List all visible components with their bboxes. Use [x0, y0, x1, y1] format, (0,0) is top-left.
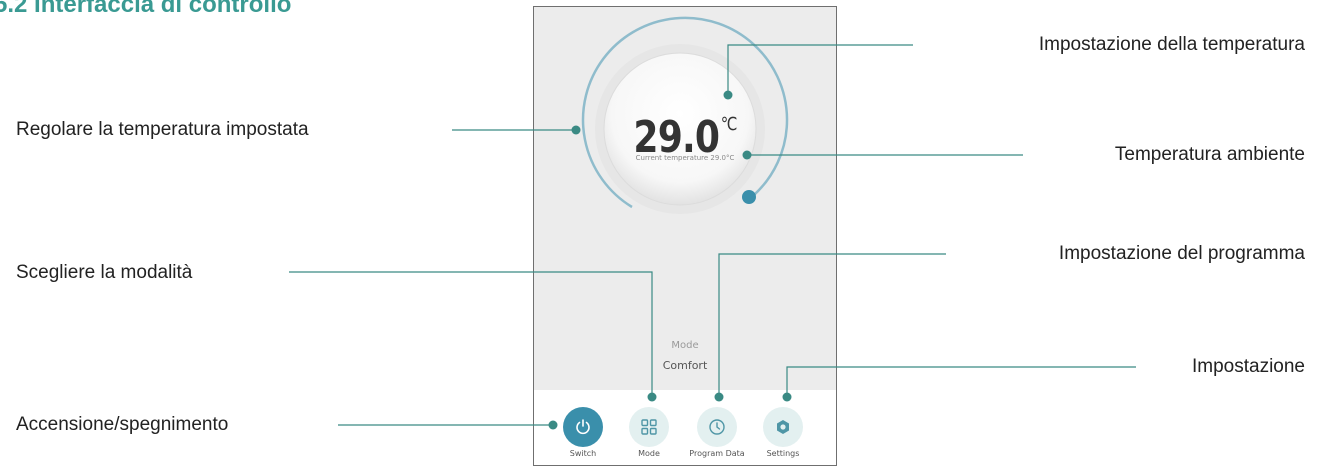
section-title: 5.2 Interfaccia di controllo [0, 0, 292, 18]
annotation-temperature-setting: Impostazione della temperatura [1038, 34, 1305, 55]
annotation-mode-select: Scegliere la modalità [16, 262, 193, 283]
annotation-program-setting: Impostazione del programma [1058, 243, 1305, 264]
mode-button[interactable] [629, 407, 669, 447]
dial-handle [742, 190, 756, 204]
settings-button[interactable] [763, 407, 803, 447]
current-temperature: Current temperature 29.0°C [635, 154, 735, 162]
phone-screen: 29.0℃ Current temperature 29.0°C Mode Co… [533, 6, 837, 466]
mode-caption: Mode [671, 340, 699, 351]
gear-icon [777, 420, 789, 434]
settings-label: Settings [766, 449, 800, 458]
grid-icon [641, 419, 657, 435]
clock-icon [709, 419, 725, 435]
set-temperature-readout: 29.0℃ [633, 112, 737, 163]
mode-label: Mode [638, 449, 660, 458]
switch-label: Switch [569, 449, 597, 458]
annotation-ambient-temperature: Temperatura ambiente [1114, 144, 1305, 165]
annotation-power: Accensione/spegnimento [16, 414, 229, 435]
annotation-set-temperature-adjust: Regolare la temperatura impostata [16, 119, 309, 140]
power-icon [576, 419, 590, 435]
program-data-label: Program Data [689, 449, 745, 458]
annotation-settings: Impostazione [1191, 356, 1305, 377]
mode-value: Comfort [662, 359, 708, 372]
program-data-button[interactable] [697, 407, 737, 447]
switch-button[interactable] [563, 407, 603, 447]
